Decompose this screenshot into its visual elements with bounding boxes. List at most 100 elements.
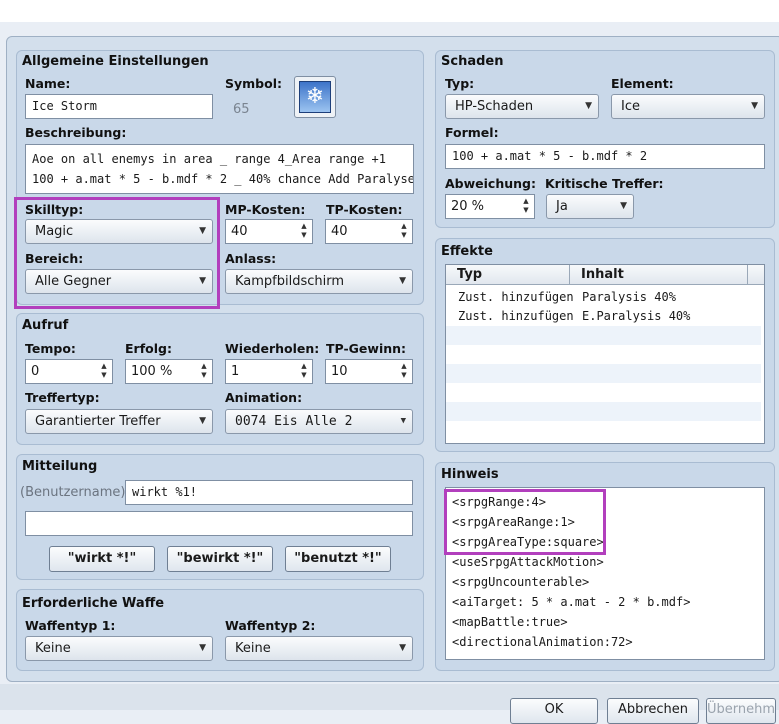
tp-gain-value: 10	[331, 364, 348, 379]
benutzt-button[interactable]: "benutzt *!"	[285, 546, 391, 572]
spinner-arrows-icon[interactable]: ▲ ▼	[399, 222, 409, 240]
repeat-value: 1	[231, 364, 240, 379]
mp-cost-label: MP-Kosten:	[225, 202, 306, 217]
mp-cost-value: 40	[231, 224, 248, 239]
spinner-arrows-icon[interactable]: ▲ ▼	[521, 197, 531, 215]
success-label: Erfolg:	[125, 341, 172, 356]
chevron-down-icon: ▼	[585, 101, 592, 111]
effect-type: Zust. hinzufügen	[458, 290, 574, 304]
effects-row[interactable]: Zust. hinzufügen E.Paralysis 40%	[446, 307, 761, 326]
effects-col-type[interactable]: Typ	[446, 265, 570, 285]
chevron-down-icon: ▼	[751, 101, 758, 111]
chevron-down-icon: ▼	[399, 643, 406, 653]
message-line1-input[interactable]: wirkt %1!	[125, 480, 413, 505]
skilltype-scope-highlight	[14, 197, 220, 309]
tp-cost-spinner[interactable]: 40 ▲ ▼	[325, 219, 413, 244]
required-weapon-title: Erforderliche Waffe	[22, 596, 165, 611]
success-spinner[interactable]: 100 % ▲ ▼	[125, 359, 213, 384]
damage-type-label: Typ:	[445, 76, 475, 91]
general-settings-title: Allgemeine Einstellungen	[22, 54, 209, 69]
effect-content: E.Paralysis 40%	[582, 309, 691, 323]
variance-label: Abweichung:	[445, 176, 536, 191]
occasion-select[interactable]: Kampfbildschirm ▼	[225, 269, 413, 294]
apply-button[interactable]: Übernehmen	[706, 698, 776, 724]
chevron-down-icon: ▼	[399, 276, 406, 286]
spinner-arrows-icon[interactable]: ▲ ▼	[199, 362, 209, 380]
element-select[interactable]: Ice ▼	[611, 94, 765, 119]
animation-select[interactable]: 0074 Eis Alle 2 ▼	[225, 409, 413, 434]
animation-label: Animation:	[225, 390, 303, 405]
formula-label: Formel:	[445, 125, 499, 140]
speed-value: 0	[31, 364, 40, 379]
wirkt-button[interactable]: "wirkt *!"	[49, 546, 155, 572]
spinner-arrows-icon[interactable]: ▲ ▼	[299, 362, 309, 380]
occasion-label: Anlass:	[225, 251, 277, 266]
effects-empty-row[interactable]	[446, 402, 761, 421]
weapon-type1-value: Keine	[35, 641, 71, 656]
note-line: <mapBattle:true>	[452, 615, 568, 629]
animation-value: 0074 Eis Alle 2	[235, 414, 353, 429]
effect-content: Paralysis 40%	[582, 290, 676, 304]
effects-empty-row[interactable]	[446, 421, 761, 440]
symbol-button[interactable]: ❄	[294, 76, 336, 118]
formula-input[interactable]: 100 + a.mat * 5 - b.mdf * 2	[445, 144, 765, 169]
hit-type-select[interactable]: Garantierter Treffer ▼	[25, 409, 213, 434]
effects-empty-row[interactable]	[446, 383, 761, 402]
description-label: Beschreibung:	[25, 125, 127, 140]
weapon-type2-select[interactable]: Keine ▼	[225, 636, 413, 661]
variance-value: 20 %	[451, 199, 485, 214]
occasion-value: Kampfbildschirm	[235, 274, 345, 289]
effect-type: Zust. hinzufügen	[458, 309, 574, 323]
element-value: Ice	[621, 99, 640, 114]
spinner-arrows-icon[interactable]: ▲ ▼	[299, 222, 309, 240]
note-line: <srpgUncounterable>	[452, 575, 590, 589]
speed-spinner[interactable]: 0 ▲ ▼	[25, 359, 113, 384]
critical-label: Kritische Treffer:	[545, 176, 664, 191]
ok-button[interactable]: OK	[510, 698, 598, 724]
snowflake-icon: ❄	[299, 81, 331, 113]
spinner-arrows-icon[interactable]: ▲ ▼	[399, 362, 409, 380]
effects-empty-row[interactable]	[446, 345, 761, 364]
effects-empty-row[interactable]	[446, 364, 761, 383]
variance-spinner[interactable]: 20 % ▲ ▼	[445, 194, 535, 219]
repeat-spinner[interactable]: 1 ▲ ▼	[225, 359, 313, 384]
top-bar	[0, 0, 779, 22]
message-title: Mitteilung	[22, 459, 98, 474]
mp-cost-spinner[interactable]: 40 ▲ ▼	[225, 219, 313, 244]
hit-type-label: Treffertyp:	[25, 390, 100, 405]
chevron-down-icon: ▼	[199, 643, 206, 653]
note-title: Hinweis	[441, 467, 499, 482]
success-value: 100 %	[131, 364, 173, 379]
damage-title: Schaden	[441, 54, 504, 69]
tp-cost-value: 40	[331, 224, 348, 239]
effects-empty-row[interactable]	[446, 326, 761, 345]
tp-cost-label: TP-Kosten:	[326, 202, 403, 217]
name-input[interactable]: Ice Storm	[25, 94, 213, 119]
note-line: <directionalAnimation:72>	[452, 635, 633, 649]
damage-type-value: HP-Schaden	[455, 99, 534, 114]
chevron-down-icon: ▼	[400, 416, 406, 426]
cancel-button[interactable]: Abbrechen	[607, 698, 699, 724]
hit-type-value: Garantierter Treffer	[35, 414, 161, 429]
message-line2-input[interactable]	[25, 511, 413, 536]
effects-row[interactable]: Zust. hinzufügen Paralysis 40%	[446, 288, 761, 307]
weapon-type2-label: Waffentyp 2:	[225, 618, 316, 633]
symbol-label: Symbol:	[225, 76, 282, 91]
critical-select[interactable]: Ja ▼	[546, 194, 634, 219]
weapon-type2-value: Keine	[235, 641, 271, 656]
bewirkt-button[interactable]: "bewirkt *!"	[167, 546, 273, 572]
note-line: <aiTarget: 5 * a.mat - 2 * b.mdf>	[452, 595, 691, 609]
username-placeholder-label: (Benutzername)	[20, 485, 126, 500]
spinner-arrows-icon[interactable]: ▲ ▼	[99, 362, 109, 380]
description-line-2: 100 + a.mat * 5 - b.mdf * 2 _ 40% chance…	[32, 172, 414, 186]
effects-list[interactable]: Typ Inhalt Zust. hinzufügen Paralysis 40…	[445, 264, 765, 444]
repeat-label: Wiederholen:	[225, 341, 320, 356]
description-line-1: Aoe on all enemys in area _ range 4_Area…	[32, 152, 387, 166]
symbol-index: 65	[233, 102, 250, 117]
weapon-type1-select[interactable]: Keine ▼	[25, 636, 213, 661]
tp-gain-spinner[interactable]: 10 ▲ ▼	[325, 359, 413, 384]
effects-col-content[interactable]: Inhalt	[570, 265, 748, 285]
element-label: Element:	[611, 76, 674, 91]
description-textarea[interactable]: Aoe on all enemys in area _ range 4_Area…	[25, 144, 414, 194]
damage-type-select[interactable]: HP-Schaden ▼	[445, 94, 599, 119]
